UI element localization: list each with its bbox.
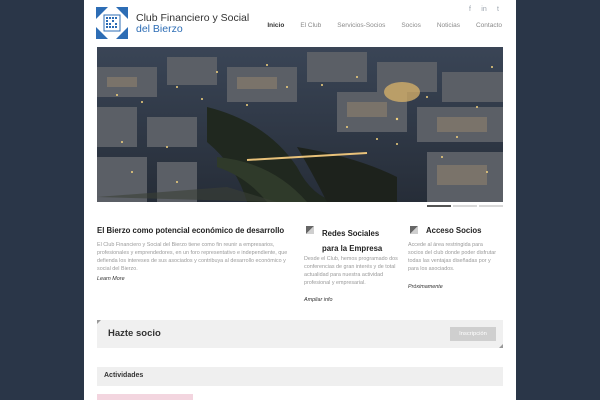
corner-arrow-icon: [306, 226, 314, 234]
slider-pagination: [427, 205, 503, 207]
corner-decoration: [499, 344, 503, 348]
activities-header: Actividades: [97, 367, 503, 386]
corner-decoration: [97, 320, 101, 324]
join-banner: Hazte socio Inscripción: [97, 320, 503, 348]
coming-soon-link[interactable]: Próximamente: [408, 284, 443, 290]
social-links: f in t: [466, 5, 502, 13]
nav-item-inicio[interactable]: Inicio: [267, 22, 284, 29]
nav-item-socios[interactable]: Socios: [401, 22, 421, 29]
activities-title: Actividades: [104, 372, 144, 379]
corner-arrow-icon: [410, 226, 418, 234]
nav-item-contacto[interactable]: Contacto: [476, 22, 502, 29]
hero-slider[interactable]: [97, 47, 503, 202]
activity-thumbnail[interactable]: [97, 394, 193, 400]
page-container: Club Financiero y Social del Bierzo f in…: [84, 0, 516, 400]
members-access-text: Accede al área restringida para socios d…: [408, 242, 497, 272]
social-networks-title-line1: Redes Sociales: [322, 229, 380, 238]
signup-button[interactable]: Inscripción: [450, 327, 496, 341]
facebook-icon[interactable]: f: [466, 5, 474, 13]
club-name-line2: del Bierzo: [136, 23, 183, 35]
social-networks-title-line2: para la Empresa: [322, 244, 383, 253]
social-networks-title: Redes Sociales para la Empresa: [322, 226, 382, 256]
nav-item-servicios-socios[interactable]: Servicios-Socios: [337, 22, 385, 29]
members-access-title: Acceso Socios: [426, 226, 482, 235]
nav-item-el-club[interactable]: El Club: [300, 22, 321, 29]
slider-dot-1[interactable]: [427, 205, 451, 207]
learn-more-link[interactable]: Learn More: [97, 276, 125, 282]
club-logo-icon[interactable]: [96, 7, 128, 39]
club-name[interactable]: Club Financiero y Social del Bierzo: [136, 13, 249, 35]
social-networks-text: Desde el Club, hemos programado dos conf…: [304, 256, 398, 286]
intro-title: El Bierzo como potencial económico de de…: [97, 226, 285, 235]
main-nav: Inicio El Club Servicios-Socios Socios N…: [251, 22, 502, 29]
slider-dot-3[interactable]: [479, 205, 503, 207]
intro-text: El Club Financiero y Social del Bierzo t…: [97, 242, 288, 272]
more-info-link[interactable]: Ampliar info: [304, 297, 332, 303]
join-title: Hazte socio: [108, 328, 161, 339]
linkedin-icon[interactable]: in: [480, 5, 488, 13]
slider-dot-2[interactable]: [453, 205, 477, 207]
nav-item-noticias[interactable]: Noticias: [437, 22, 460, 29]
hero-city-image: [97, 47, 503, 202]
twitter-icon[interactable]: t: [494, 5, 502, 13]
